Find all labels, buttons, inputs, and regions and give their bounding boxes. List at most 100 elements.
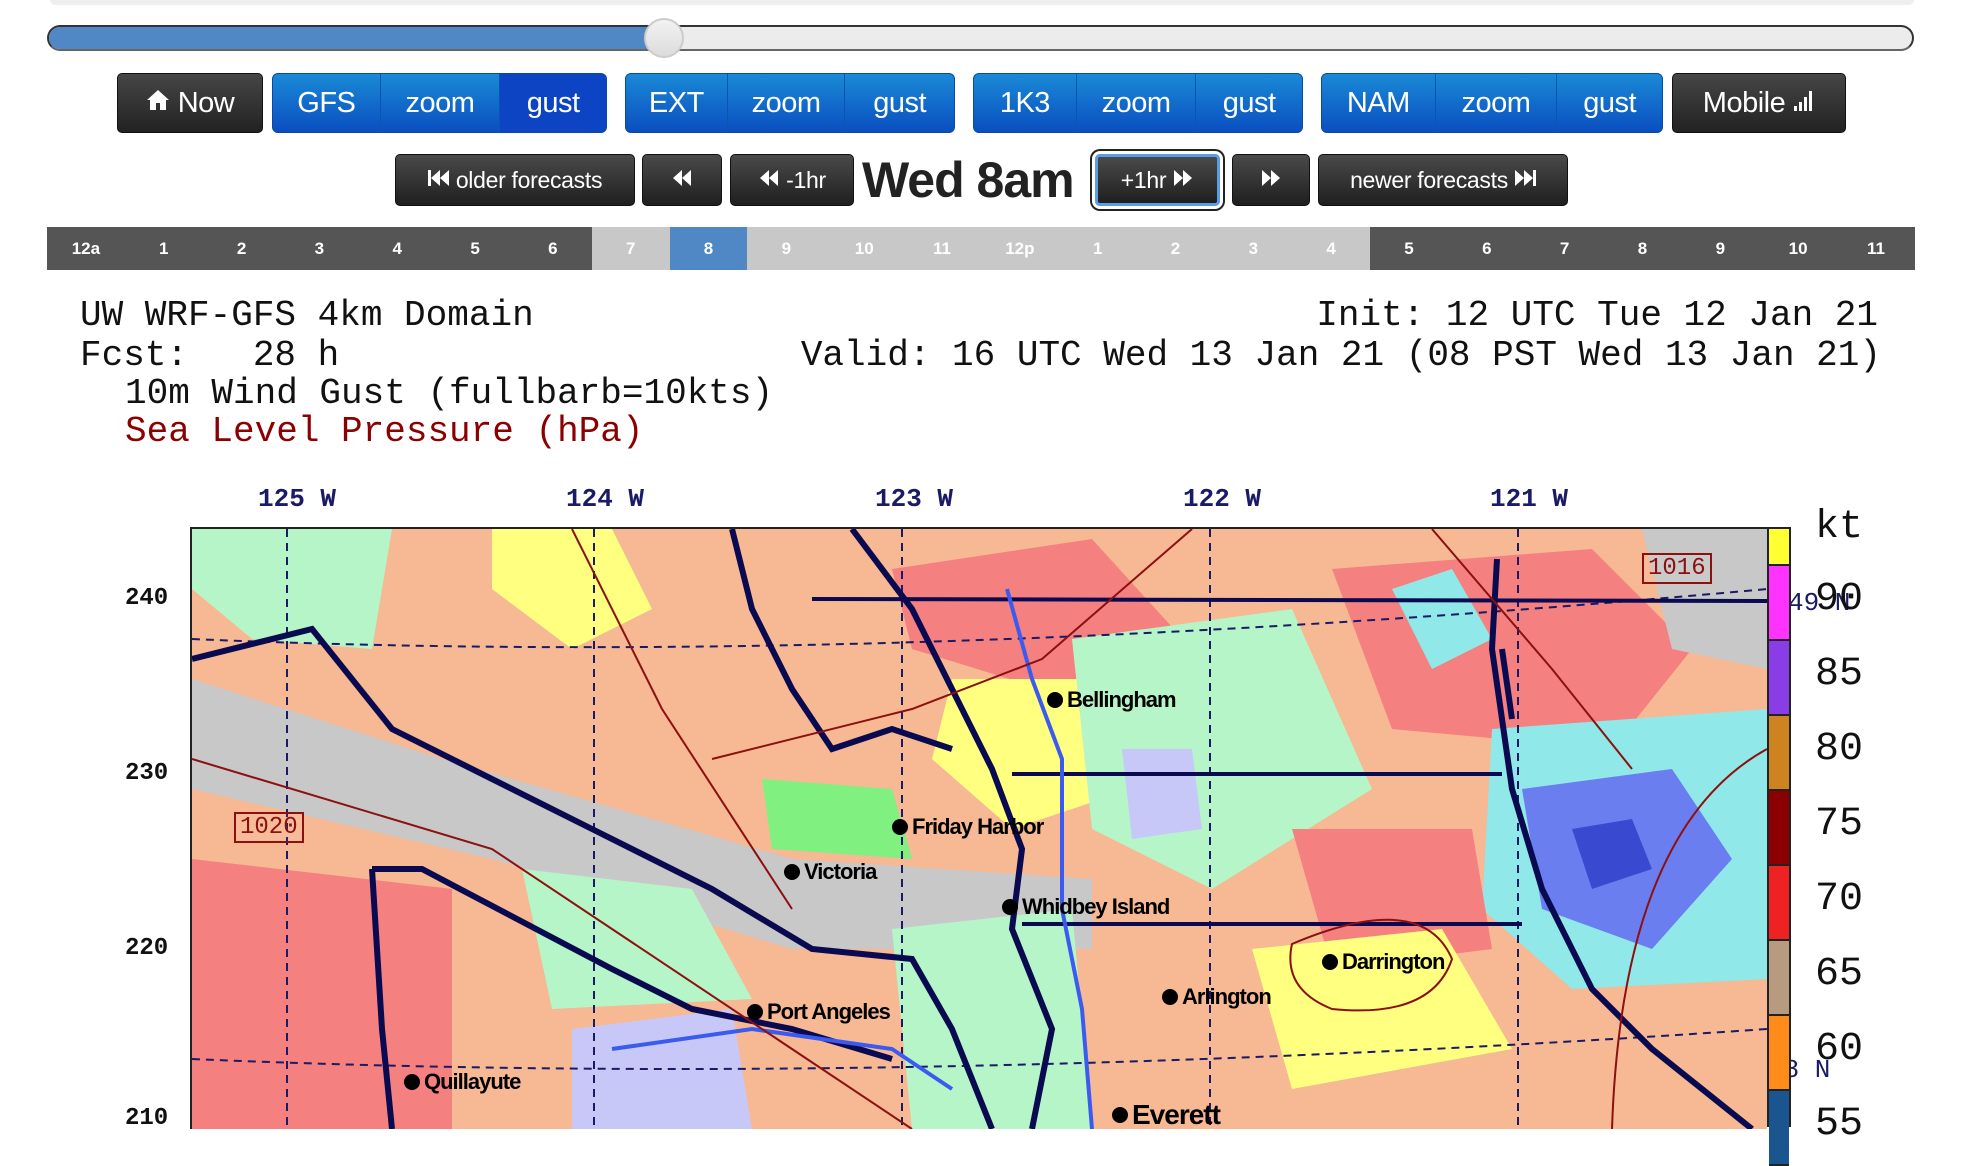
1k3-group: 1K3 zoom gust [973, 73, 1303, 133]
city-label: Everett [1112, 1099, 1221, 1129]
hour-cell[interactable]: 8 [1603, 227, 1682, 270]
fast-forward-button[interactable] [1232, 154, 1310, 206]
hour-cell[interactable]: 11 [903, 227, 981, 270]
nam-zoom-button[interactable]: zoom [1436, 74, 1558, 132]
forecast-map[interactable]: 1020 1016 Bellingham Friday Harbor Victo… [190, 527, 1767, 1129]
colorbar-tick-label: 55 [1815, 1102, 1864, 1147]
city-marker-icon [747, 1004, 763, 1020]
city-label: Bellingham [1047, 687, 1177, 713]
colorbar-segment [1769, 566, 1789, 641]
1k3-zoom-button[interactable]: zoom [1077, 74, 1197, 132]
lat-label: 210 [125, 1105, 169, 1132]
hour-cell[interactable]: 1 [1058, 227, 1137, 270]
model-toolbar: Now GFS zoom gust EXT zoom gust 1K3 zoom… [0, 73, 1976, 133]
lon-label: 122 W [1183, 484, 1262, 514]
hour-cell[interactable]: 11 [1837, 227, 1915, 270]
mobile-button[interactable]: Mobile [1672, 73, 1846, 133]
init-time: Init: 12 UTC Tue 12 Jan 21 [1316, 295, 1878, 336]
hour-cell[interactable]: 8 [669, 227, 748, 270]
colorbar-segment [1769, 791, 1789, 866]
colorbar-tick-label: 75 [1815, 802, 1864, 847]
hour-cell[interactable]: 7 [1525, 227, 1604, 270]
ext-gust-button[interactable]: gust [845, 74, 954, 132]
hour-cell[interactable]: 3 [1214, 227, 1293, 270]
colorbar-tick-label: 80 [1815, 727, 1864, 772]
colorbar-tick-label: 70 [1815, 877, 1864, 922]
hour-cell[interactable]: 6 [1447, 227, 1526, 270]
field-wind-gust: 10m Wind Gust (fullbarb=10kts) [125, 373, 774, 414]
colorbar-segment [1769, 866, 1789, 941]
hour-cell[interactable]: 1 [124, 227, 203, 270]
hour-cell[interactable]: 4 [1292, 227, 1371, 270]
fast-forward-icon [1172, 167, 1194, 194]
colorbar-segment [1769, 716, 1789, 791]
nam-gust-button[interactable]: gust [1557, 74, 1662, 132]
city-marker-icon [1162, 989, 1178, 1005]
1k3-gust-button[interactable]: gust [1196, 74, 1302, 132]
city-label: Friday Harbor [892, 814, 1044, 840]
hour-cell[interactable]: 6 [513, 227, 592, 270]
city-label: Port Angeles [747, 999, 891, 1025]
hour-cell[interactable]: 5 [436, 227, 514, 270]
city-label: Victoria [784, 859, 877, 885]
lon-label: 125 W [258, 484, 337, 514]
gfs-zoom-button[interactable]: zoom [381, 74, 501, 132]
now-button[interactable]: Now [117, 73, 263, 133]
pressure-label: 1020 [234, 812, 304, 843]
slider-handle[interactable] [643, 18, 684, 58]
hour-cell[interactable]: 3 [280, 227, 359, 270]
nam-group: NAM zoom gust [1321, 73, 1663, 133]
colorbar-segment [1769, 1091, 1789, 1166]
hour-cell[interactable]: 4 [358, 227, 437, 270]
home-icon [146, 87, 170, 120]
colorbar-segment [1769, 529, 1789, 566]
forecast-hour: Fcst: 28 h [80, 335, 340, 376]
forecast-time-slider[interactable] [47, 18, 1914, 58]
hour-cell[interactable]: 2 [1136, 227, 1215, 270]
lat-label: 230 [125, 760, 169, 787]
older-forecasts-button[interactable]: older forecasts [395, 154, 635, 206]
rewind-icon [671, 167, 693, 194]
hour-cell[interactable]: 7 [591, 227, 670, 270]
gfs-gust-button[interactable]: gust [500, 74, 606, 132]
slider-fill [49, 27, 664, 49]
city-marker-icon [1047, 692, 1063, 708]
colorbar-tick-label: 90 [1815, 577, 1864, 622]
forecast-nav: older forecasts -1hr Wed 8am +1hr newer … [0, 153, 1976, 207]
hour-cell[interactable]: 10 [1759, 227, 1838, 270]
newer-forecasts-button[interactable]: newer forecasts [1318, 154, 1568, 206]
hour-cell[interactable]: 9 [1681, 227, 1760, 270]
city-label: Darrington [1322, 949, 1445, 975]
hour-cell[interactable]: 9 [747, 227, 826, 270]
skip-forward-icon [1514, 167, 1536, 194]
current-forecast-time: Wed 8am [862, 152, 1075, 208]
hour-cell[interactable]: 2 [202, 227, 281, 270]
hour-cell[interactable]: 12p [980, 227, 1059, 270]
ext-model-button[interactable]: EXT [626, 74, 728, 132]
minus-1hr-button[interactable]: -1hr [730, 154, 854, 206]
hour-cell[interactable]: 5 [1370, 227, 1448, 270]
valid-time: Valid: 16 UTC Wed 13 Jan 21 (08 PST Wed … [800, 335, 1881, 376]
gfs-model-button[interactable]: GFS [273, 74, 381, 132]
hour-cell[interactable]: 12a [47, 227, 125, 270]
rewind-icon [758, 167, 780, 194]
colorbar-segment [1769, 641, 1789, 716]
hour-cell[interactable]: 10 [825, 227, 904, 270]
city-marker-icon [784, 864, 800, 880]
colorbar-unit: kt [1815, 505, 1864, 550]
colorbar-tick-label: 65 [1815, 952, 1864, 997]
city-label: Arlington [1162, 984, 1272, 1010]
colorbar-tick-label: 85 [1815, 652, 1864, 697]
lat-label: 240 [125, 585, 169, 612]
skip-back-icon [427, 167, 450, 194]
lon-label: 121 W [1490, 484, 1569, 514]
rewind-button[interactable] [642, 154, 722, 206]
nam-model-button[interactable]: NAM [1322, 74, 1436, 132]
ext-zoom-button[interactable]: zoom [728, 74, 846, 132]
top-strip [50, 0, 1914, 5]
1k3-model-button[interactable]: 1K3 [974, 74, 1077, 132]
plus-1hr-button[interactable]: +1hr [1095, 154, 1220, 206]
field-slp: Sea Level Pressure (hPa) [125, 411, 644, 452]
newer-forecasts-label: newer forecasts [1350, 166, 1508, 193]
hour-selector: 12a 1 2 3 4 5 6 7 8 9 10 11 12p 1 2 3 4 5 6 7 8 9 10 11 [47, 227, 1915, 270]
